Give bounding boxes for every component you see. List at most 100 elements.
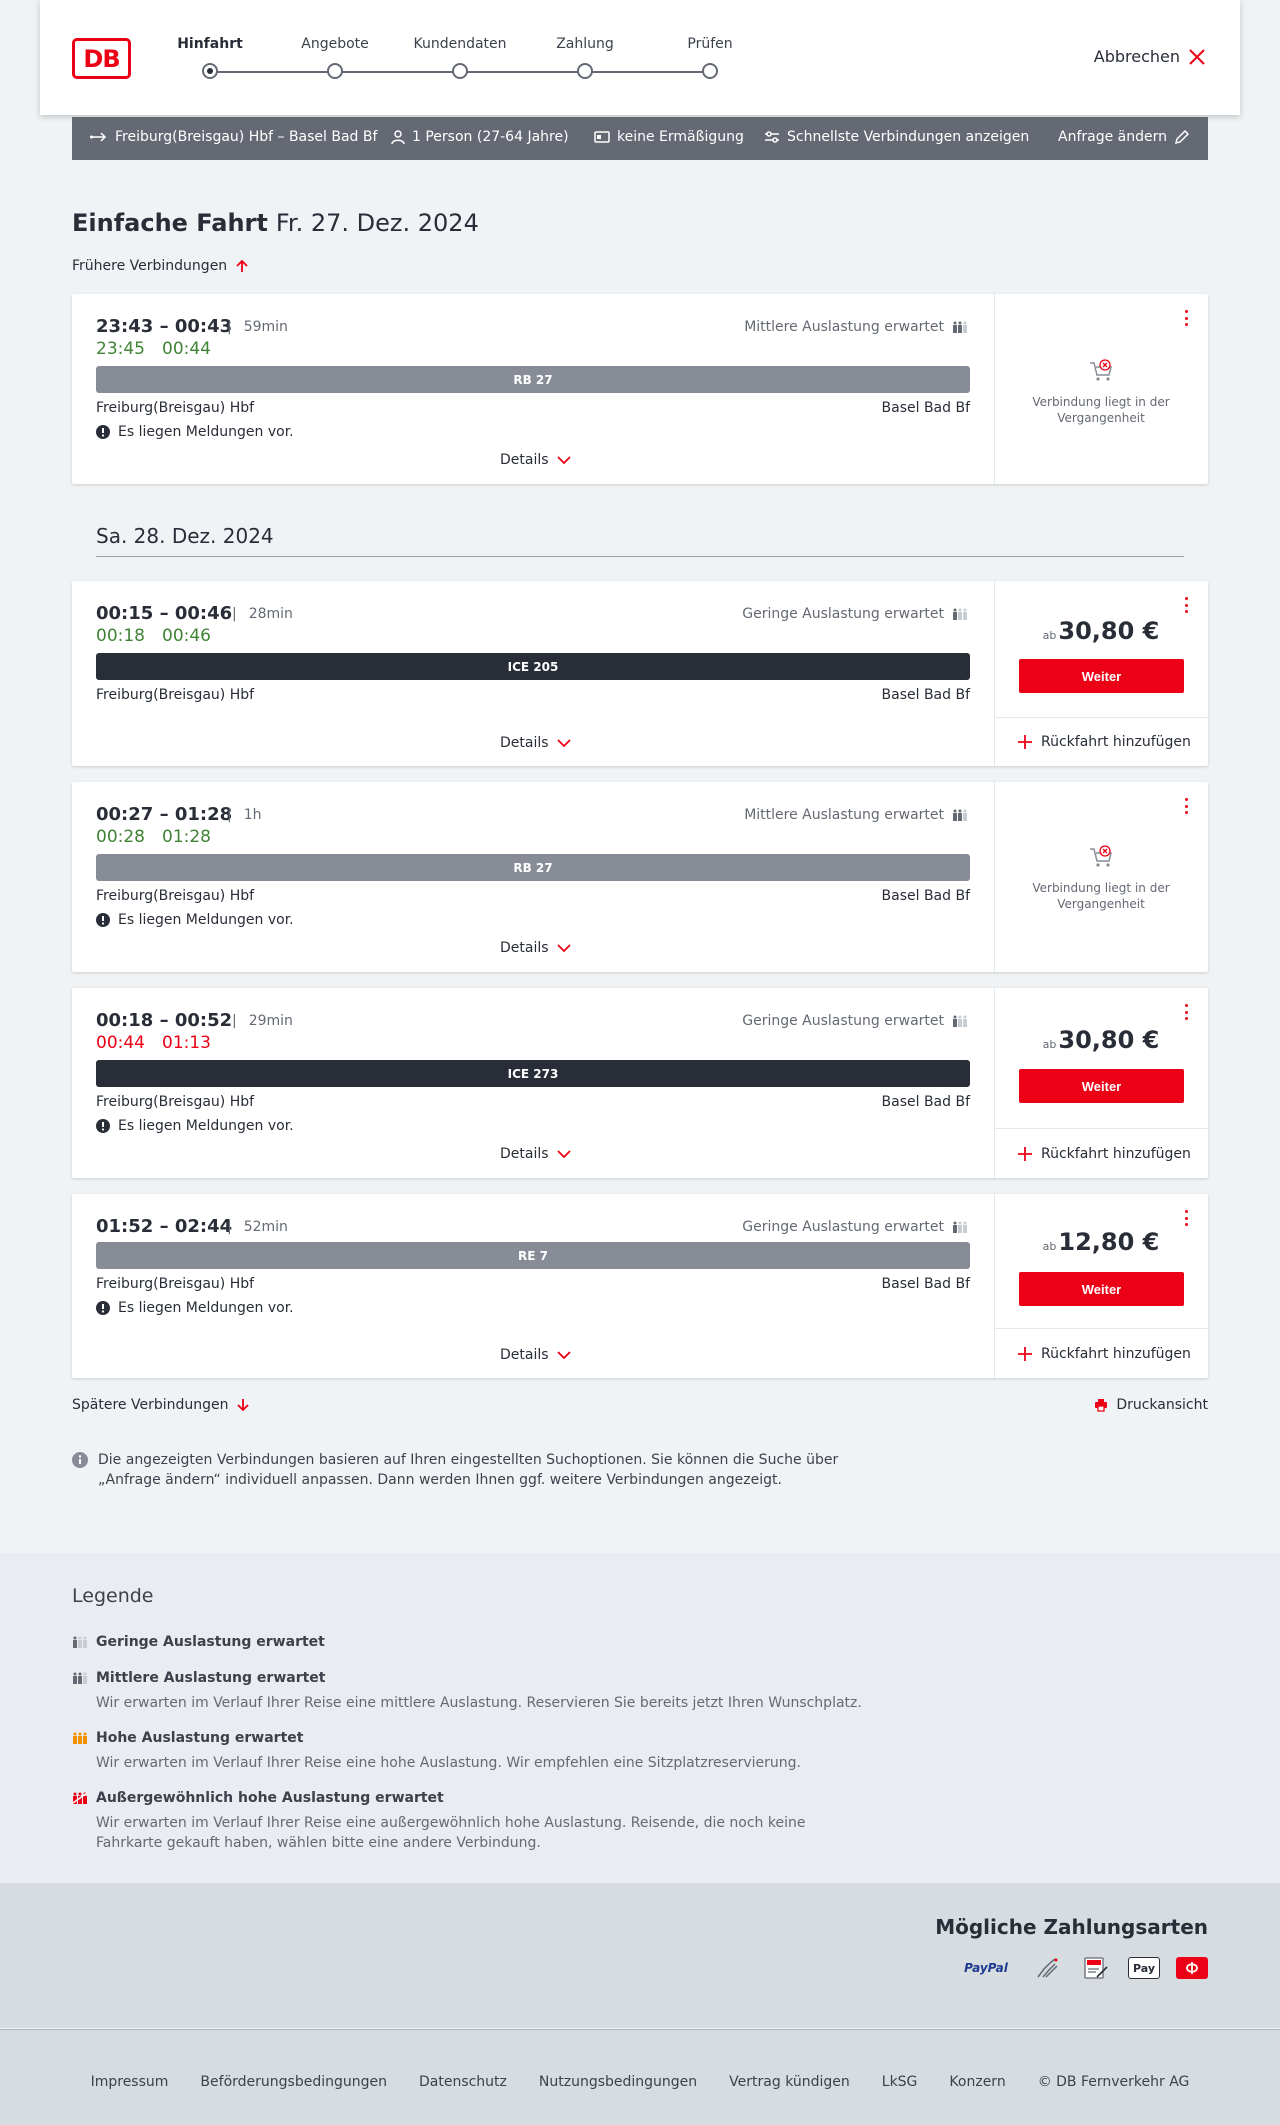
details-toggle[interactable]: Details [500, 940, 571, 956]
more-options-button[interactable] [1178, 595, 1194, 615]
footer-link-lksg[interactable]: LkSG [882, 2074, 918, 2090]
load-indicator: Geringe Auslastung erwartet [742, 1013, 968, 1029]
db-payment-icon [1176, 1957, 1208, 1979]
arrow-up-icon [236, 259, 248, 272]
payment-icons: PayPal Pay [956, 1957, 1208, 1979]
footer-copyright: © DB Fernverkehr AG [1037, 2074, 1190, 2090]
continue-button[interactable]: Weiter [1019, 659, 1184, 693]
connection-duration: 28min [232, 606, 293, 622]
search-summary-bar: Freiburg(Breisgau) Hbf – Basel Bad Bf 1 … [72, 117, 1208, 160]
alert-icon [96, 1301, 110, 1315]
details-toggle[interactable]: Details [500, 452, 571, 468]
earlier-connections-link[interactable]: Frühere Verbindungen [72, 258, 249, 274]
summary-discount: keine Ermäßigung [594, 129, 744, 145]
footer-link-vertrag-kuendigen[interactable]: Vertrag kündigen [729, 2074, 850, 2090]
footer-link-befoerderungsbedingungen[interactable]: Beförderungsbedingungen [200, 2074, 387, 2090]
print-view-link[interactable]: Druckansicht [1094, 1397, 1208, 1413]
price: ab30,80 € [1042, 1026, 1160, 1054]
details-toggle[interactable]: Details [500, 1146, 571, 1162]
date-separator: Sa. 28. Dez. 2024 [96, 524, 274, 548]
card-divider [994, 988, 995, 1178]
more-options-button[interactable] [1178, 308, 1194, 328]
more-options-button[interactable] [1178, 1002, 1194, 1022]
footer-link-impressum[interactable]: Impressum [91, 2074, 169, 2090]
plus-icon [1018, 1347, 1032, 1361]
footer-link-nutzungsbedingungen[interactable]: Nutzungsbedingungen [539, 2074, 697, 2090]
chevron-down-icon [556, 739, 571, 747]
details-toggle[interactable]: Details [500, 1347, 571, 1363]
cancel-button[interactable]: Abbrechen [1094, 47, 1206, 66]
connection-card: 00:15 – 00:46 28min 00:18 00:46 Geringe … [72, 581, 1208, 766]
legend-item-extreme: Außergewöhnlich hohe Auslastung erwartet… [72, 1790, 876, 1853]
date-separator-line [96, 556, 1184, 557]
header: DB Hinfahrt Angebote Kundendaten Zahlung… [40, 0, 1240, 115]
footer-link-datenschutz[interactable]: Datenschutz [419, 2074, 507, 2090]
connection-times: 00:15 – 00:46 [96, 603, 233, 624]
cart-unavailable-icon [1090, 359, 1112, 381]
step-dot-hinfahrt [202, 63, 218, 79]
summary-route: Freiburg(Breisgau) Hbf – Basel Bad Bf [90, 129, 377, 145]
train-bar[interactable]: ICE 205 [96, 653, 970, 680]
legend-section: Legende Geringe Auslastung erwartet Mitt… [0, 1553, 1280, 1883]
realtime-departure: 00:44 [96, 1033, 145, 1053]
message-notice[interactable]: Es liegen Meldungen vor. [96, 912, 294, 928]
arrow-right-icon [90, 132, 107, 142]
step-zahlung: Zahlung [556, 36, 614, 52]
add-return-button[interactable]: Rückfahrt hinzufügen [1018, 1146, 1191, 1162]
realtime-arrival: 01:13 [162, 1033, 211, 1053]
card-divider [994, 581, 995, 766]
train-bar[interactable]: RB 27 [96, 854, 970, 881]
load-indicator: Mittlere Auslastung erwartet [744, 319, 968, 335]
load-medium-icon [953, 809, 967, 821]
load-low-icon [953, 1015, 967, 1027]
message-notice[interactable]: Es liegen Meldungen vor. [96, 1300, 294, 1316]
add-return-button[interactable]: Rückfahrt hinzufügen [1018, 734, 1191, 750]
load-low-icon [73, 1636, 87, 1648]
search-info-note: Die angezeigten Verbindungen basieren au… [72, 1450, 852, 1490]
connection-duration: 52min [227, 1219, 288, 1235]
more-options-button[interactable] [1178, 1208, 1194, 1228]
realtime-departure: 00:28 [96, 827, 145, 847]
price: ab30,80 € [1042, 617, 1160, 645]
connection-card: 23:43 – 00:43 59min 23:45 00:44 Mittlere… [72, 294, 1208, 484]
continue-button[interactable]: Weiter [1019, 1069, 1184, 1103]
db-logo[interactable]: DB [72, 38, 131, 79]
cart-unavailable-icon [1090, 845, 1112, 867]
add-return-button[interactable]: Rückfahrt hinzufügen [1018, 1346, 1191, 1362]
load-high-icon [73, 1732, 87, 1744]
realtime-arrival: 00:44 [162, 339, 211, 359]
chevron-down-icon [556, 944, 571, 952]
load-indicator: Geringe Auslastung erwartet [742, 606, 968, 622]
step-dot-pruefen [702, 63, 718, 79]
departure-station: Freiburg(Breisgau) Hbf [96, 1276, 255, 1292]
connection-times: 01:52 – 02:44 [96, 1216, 233, 1237]
train-bar[interactable]: RE 7 [96, 1242, 970, 1269]
printer-icon [1095, 1399, 1108, 1412]
continue-button[interactable]: Weiter [1019, 1272, 1184, 1306]
alert-icon [96, 913, 110, 927]
realtime-departure: 00:18 [96, 626, 145, 646]
load-low-icon [953, 1221, 967, 1233]
arrival-station: Basel Bad Bf [881, 687, 970, 703]
message-notice[interactable]: Es liegen Meldungen vor. [96, 1118, 294, 1134]
departure-station: Freiburg(Breisgau) Hbf [96, 400, 255, 416]
more-options-button[interactable] [1178, 796, 1194, 816]
load-medium-icon [953, 321, 967, 333]
chevron-down-icon [556, 1150, 571, 1158]
connection-times: 00:18 – 00:52 [96, 1010, 233, 1031]
message-notice[interactable]: Es liegen Meldungen vor. [96, 424, 294, 440]
summary-persons: 1 Person (27-64 Jahre) [391, 129, 569, 145]
train-bar[interactable]: ICE 273 [96, 1060, 970, 1087]
footer-link-konzern[interactable]: Konzern [949, 2074, 1005, 2090]
train-bar[interactable]: RB 27 [96, 366, 970, 393]
person-icon [391, 129, 405, 144]
departure-station: Freiburg(Breisgau) Hbf [96, 888, 255, 904]
chevron-down-icon [556, 1351, 571, 1359]
step-dot-kundendaten [452, 63, 468, 79]
change-request-button[interactable]: Anfrage ändern [1058, 129, 1190, 145]
details-toggle[interactable]: Details [500, 735, 571, 751]
page-title: Einfache Fahrt Fr. 27. Dez. 2024 [72, 209, 479, 237]
step-kundendaten: Kundendaten [413, 36, 507, 52]
later-connections-link[interactable]: Spätere Verbindungen [72, 1397, 250, 1413]
step-dot-zahlung [577, 63, 593, 79]
